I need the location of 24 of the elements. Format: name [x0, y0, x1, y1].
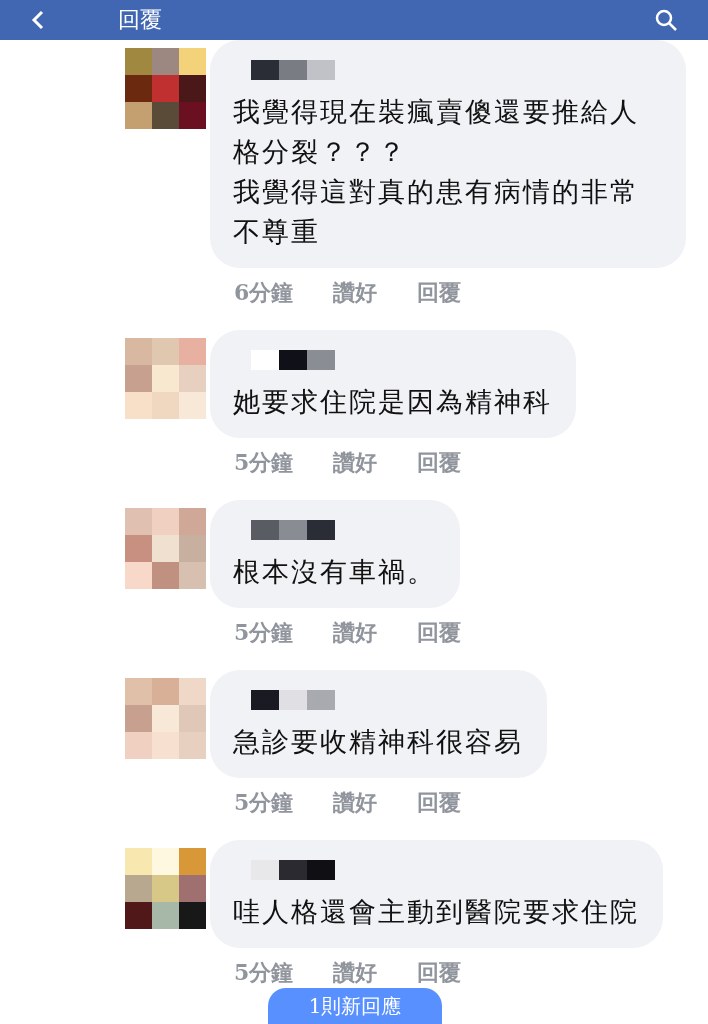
comment-text: 根本沒有車禍。 — [233, 555, 436, 589]
like-link[interactable]: 讚好 — [333, 958, 378, 988]
comment-time: 5分鐘 — [234, 958, 294, 987]
like-link[interactable]: 讚好 — [333, 618, 378, 648]
like-link[interactable]: 讚好 — [333, 788, 378, 818]
comment-text: 哇人格還會主動到醫院要求住院 — [233, 895, 639, 929]
comment-time: 5分鐘 — [234, 788, 294, 817]
reply-link[interactable]: 回覆 — [417, 788, 462, 818]
comment-time: 5分鐘 — [234, 448, 294, 477]
comment-text: 我覺得這對真的患有病情的非常不尊重 — [233, 175, 640, 249]
comment-time: 6分鐘 — [234, 278, 294, 307]
new-replies-button[interactable]: 1則新回應 — [268, 988, 442, 1024]
comment-text: 急診要收精神科很容易 — [233, 725, 523, 759]
search-icon[interactable] — [654, 8, 678, 32]
page-title: 回覆 — [118, 6, 163, 34]
comment-time: 5分鐘 — [234, 618, 294, 647]
reply-link[interactable]: 回覆 — [417, 448, 462, 478]
comment-text: 我覺得現在裝瘋賣傻還要推給人格分裂？？？ — [233, 95, 640, 169]
like-link[interactable]: 讚好 — [333, 448, 378, 478]
reply-link[interactable]: 回覆 — [417, 278, 462, 308]
comment-text: 她要求住院是因為精神科 — [233, 385, 552, 419]
like-link[interactable]: 讚好 — [333, 278, 378, 308]
reply-link[interactable]: 回覆 — [417, 618, 462, 648]
reply-link[interactable]: 回覆 — [417, 958, 462, 988]
